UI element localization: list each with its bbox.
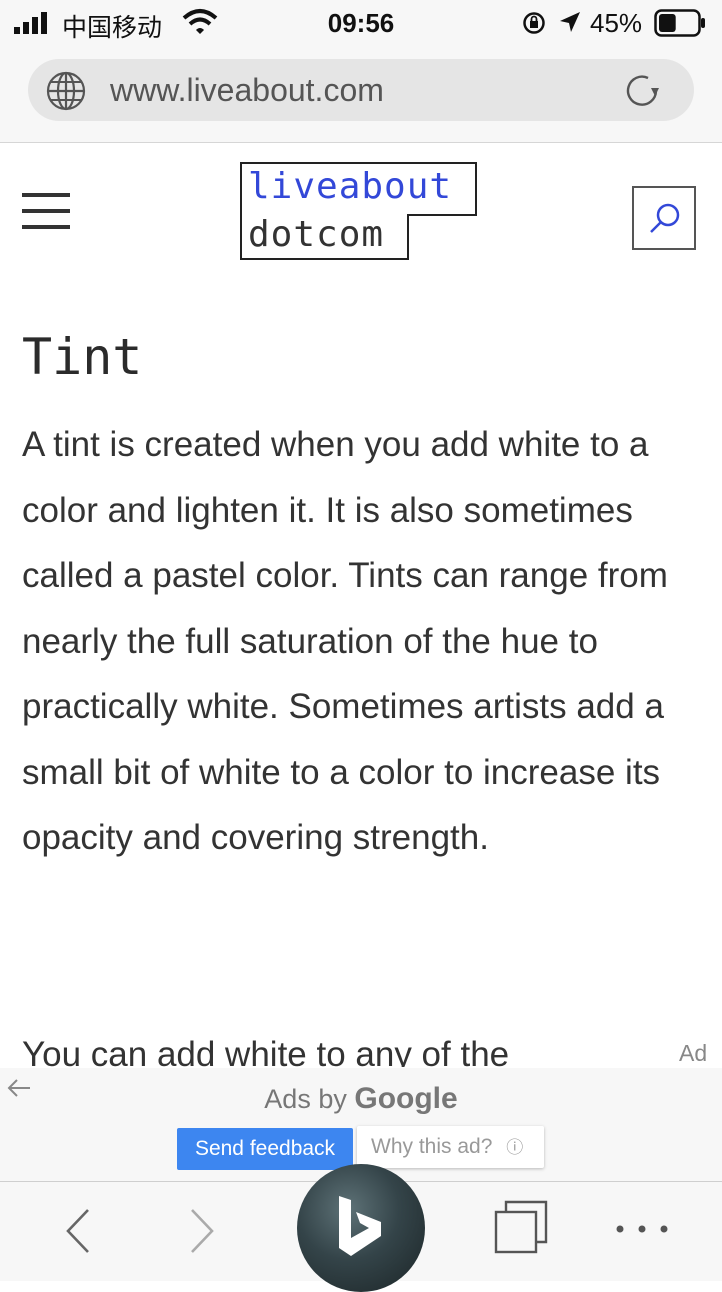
article-paragraph-cut: You can add white to any of the xyxy=(22,1035,510,1067)
address-bar[interactable]: www.liveabout.com xyxy=(28,59,694,121)
rotation-lock-icon xyxy=(523,12,545,34)
search-icon xyxy=(650,203,680,233)
url-text[interactable]: www.liveabout.com xyxy=(110,72,384,109)
search-button[interactable] xyxy=(632,186,696,250)
bing-icon xyxy=(339,1196,381,1256)
location-arrow-icon xyxy=(560,12,580,32)
bing-button[interactable] xyxy=(297,1164,425,1292)
status-bar: 中国移动 09:56 45% xyxy=(0,0,722,46)
why-this-ad-button[interactable]: Why this ad? ⓘ xyxy=(357,1126,544,1168)
browser-toolbar: www.liveabout.com xyxy=(0,46,722,143)
logo-line2: dotcom xyxy=(248,214,385,255)
google-wordmark: Google xyxy=(354,1082,458,1115)
site-logo[interactable]: liveabout dotcom xyxy=(240,162,480,260)
tabs-icon[interactable] xyxy=(494,1200,548,1254)
battery-percent: 45% xyxy=(590,8,643,38)
article-paragraph: A tint is created when you add white to … xyxy=(22,425,668,857)
globe-icon xyxy=(46,71,86,111)
send-feedback-button[interactable]: Send feedback xyxy=(177,1128,353,1170)
reload-icon[interactable] xyxy=(622,71,662,111)
info-icon: ⓘ xyxy=(506,1138,524,1157)
hamburger-icon[interactable] xyxy=(22,193,72,233)
more-icon[interactable] xyxy=(612,1222,672,1236)
back-icon[interactable] xyxy=(62,1206,96,1256)
why-this-ad-label: Why this ad? xyxy=(371,1135,493,1158)
ad-label: Ad xyxy=(679,1040,708,1066)
ads-by-google: Ads by Google xyxy=(0,1082,722,1116)
forward-icon[interactable] xyxy=(184,1206,218,1256)
article-heading: Tint xyxy=(22,328,143,386)
logo-line1: liveabout xyxy=(248,166,453,207)
battery-icon xyxy=(654,9,705,37)
bottom-toolbar xyxy=(0,1164,722,1292)
ads-by-text: Ads by xyxy=(264,1084,347,1114)
